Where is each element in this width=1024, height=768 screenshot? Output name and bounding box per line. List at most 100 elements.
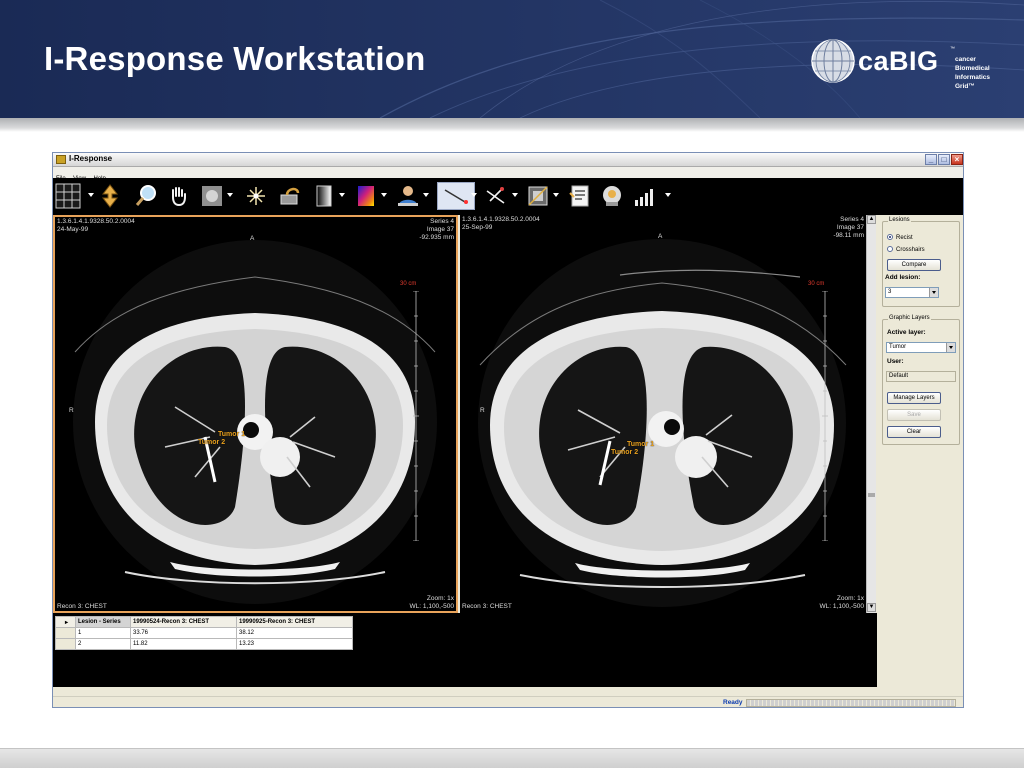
crop-icon — [528, 186, 548, 206]
header-lesion-series[interactable]: Lesion - Series — [75, 616, 131, 628]
active-layer-value: Tumor — [889, 344, 907, 350]
person-icon — [398, 186, 418, 206]
close-button[interactable]: × — [951, 154, 963, 165]
color-map-dropdown-arrow[interactable] — [381, 193, 387, 197]
ruler-tool-button[interactable] — [437, 182, 475, 210]
radio-unselected-icon — [887, 246, 893, 252]
lesion-table: ▸ Lesion - Series 19990524-Recon 3: CHES… — [55, 616, 353, 650]
left-tumor-1-label[interactable]: Tumor 1 — [218, 431, 245, 438]
crop-button[interactable] — [525, 182, 551, 210]
scroll-down-arrow[interactable]: ▼ — [867, 603, 876, 612]
zoom-button[interactable] — [133, 182, 159, 210]
person-dropdown-arrow[interactable] — [423, 193, 429, 197]
head-scan-button[interactable] — [599, 182, 625, 210]
globe-icon — [811, 39, 855, 83]
signal-bars-button[interactable] — [633, 182, 659, 210]
right-uid-text: 1.3.6.1.4.1.9328.50.2.0004 — [462, 216, 540, 223]
head-scan-icon — [603, 186, 621, 206]
minimize-button[interactable]: _ — [925, 154, 937, 165]
user-label: User: — [887, 358, 904, 365]
crosshairs-radio[interactable]: Crosshairs — [887, 246, 925, 253]
status-segment — [458, 707, 543, 708]
right-tumor-2-label[interactable]: Tumor 2 — [611, 449, 638, 456]
clear-button[interactable]: Clear — [887, 426, 941, 438]
right-date-text: 25-Sep-99 — [462, 224, 493, 231]
sparkle-button[interactable] — [243, 182, 269, 210]
right-position-text: -98.11 mm — [833, 232, 864, 239]
row-selector-icon[interactable]: ▸ — [55, 616, 76, 628]
grayscale-button[interactable] — [311, 182, 337, 210]
left-series-text: Series 4 — [430, 218, 454, 225]
signal-bars-dropdown-arrow[interactable] — [665, 193, 671, 197]
user-field: Default — [886, 371, 956, 382]
row-header[interactable] — [55, 627, 76, 639]
grayscale-dropdown-arrow[interactable] — [339, 193, 345, 197]
person-button[interactable] — [395, 182, 421, 210]
progress-bar — [746, 699, 956, 707]
manage-layers-button[interactable]: Manage Layers — [887, 392, 941, 404]
layout-grid-icon — [55, 183, 81, 209]
header-series-1[interactable]: 19990524-Recon 3: CHEST — [130, 616, 237, 628]
row-header[interactable] — [55, 638, 76, 650]
viewport-scrollbar[interactable]: ▲ ▼ — [866, 215, 876, 613]
table-cell[interactable]: 11.82 — [130, 638, 237, 650]
report-button[interactable] — [567, 182, 593, 210]
app-icon — [56, 155, 66, 164]
right-image-text: Image 37 — [836, 224, 864, 231]
crosshairs-radio-label: Crosshairs — [896, 247, 925, 253]
lesion-grid-area: ▸ Lesion - Series 19990524-Recon 3: CHES… — [53, 613, 877, 687]
chevron-down-icon[interactable] — [946, 343, 955, 352]
active-layer-select[interactable]: Tumor — [886, 342, 956, 353]
scroll-slices-button[interactable] — [97, 182, 123, 210]
table-cell[interactable]: 2 — [75, 638, 131, 650]
left-recon-text: Recon 3: CHEST — [57, 603, 107, 610]
left-tumor-2-label[interactable]: Tumor 2 — [198, 439, 225, 446]
windowing-button[interactable] — [277, 182, 303, 210]
right-tumor-1-label[interactable]: Tumor 1 — [627, 441, 654, 448]
layout-dropdown-arrow[interactable] — [88, 193, 94, 197]
ct-scan-image-left — [73, 240, 437, 604]
compare-button[interactable]: Compare — [887, 259, 941, 271]
right-series-text: Series 4 — [840, 216, 864, 223]
table-cell[interactable]: 38.12 — [236, 627, 353, 639]
menu-bar: File View Help — [53, 167, 963, 182]
status-bar: Ready — [53, 696, 963, 708]
table-row[interactable]: 2 11.82 13.23 — [55, 638, 353, 650]
left-image-text: Image 37 — [426, 226, 454, 233]
save-button[interactable]: Save — [887, 409, 941, 421]
table-cell[interactable]: 13.23 — [236, 638, 353, 650]
add-lesion-value: 3 — [888, 289, 892, 295]
window-title: I-Response — [69, 154, 113, 163]
caliper-dropdown-arrow[interactable] — [512, 193, 518, 197]
right-orientation-top: A — [658, 233, 663, 240]
recist-radio[interactable]: Recist — [887, 234, 913, 241]
pan-button[interactable] — [165, 182, 191, 210]
window-titlebar[interactable]: I-Response _ □ × — [53, 153, 963, 167]
color-map-button[interactable] — [353, 182, 379, 210]
caliper-button[interactable] — [483, 182, 509, 210]
sparkle-icon — [247, 187, 265, 205]
magnifier-icon — [135, 185, 156, 206]
scroll-thumb[interactable] — [868, 493, 875, 497]
ruler-tool-icon — [444, 189, 468, 204]
maximize-button[interactable]: □ — [938, 154, 950, 165]
table-cell[interactable]: 33.76 — [130, 627, 237, 639]
layout-grid-button[interactable] — [55, 182, 81, 210]
right-zoom-text: Zoom: 1x — [836, 595, 864, 602]
app-window: I-Response _ □ × File View Help — [52, 152, 964, 708]
thumbnail-button[interactable] — [199, 182, 225, 210]
lesions-group-title: Lesions — [888, 217, 911, 223]
left-zoom-text: Zoom: 1x — [426, 595, 454, 602]
table-row[interactable]: 1 33.76 38.12 — [55, 627, 353, 639]
chevron-down-icon[interactable] — [929, 288, 938, 297]
left-position-text: -92.935 mm — [419, 234, 454, 241]
scroll-up-arrow[interactable]: ▲ — [867, 215, 876, 224]
crop-dropdown-arrow[interactable] — [553, 193, 559, 197]
table-cell[interactable]: 1 — [75, 627, 131, 639]
header-series-2[interactable]: 19990925-Recon 3: CHEST — [236, 616, 353, 628]
slide-header: I-Response Workstation caBIG ™ cancer Bi… — [0, 0, 1024, 118]
viewport-left[interactable]: 1.3.6.1.4.1.9328.50.2.0004 24-May-99 Ser… — [53, 215, 458, 613]
viewport-right[interactable]: 1.3.6.1.4.1.9328.50.2.0004 25-Sep-99 Ser… — [460, 215, 866, 613]
thumbnail-dropdown-arrow[interactable] — [227, 193, 233, 197]
add-lesion-select[interactable]: 3 — [885, 287, 939, 298]
